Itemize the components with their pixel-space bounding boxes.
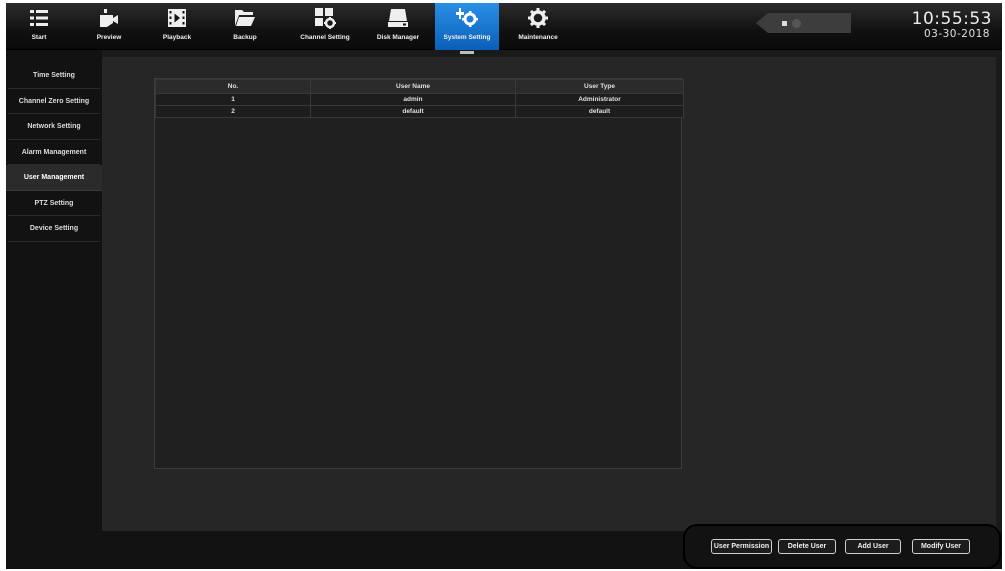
modify-user-button[interactable]: Modify User <box>912 539 970 554</box>
nav-disk-manager[interactable]: Disk Manager <box>364 3 432 50</box>
sidebar-item-time-setting[interactable]: Time Setting <box>8 63 100 89</box>
nav-label: Backup <box>233 34 257 41</box>
expand-arrow-icon[interactable] <box>792 19 801 28</box>
user-action-buttons: User Permission Delete User Add User Mod… <box>683 524 1001 569</box>
cell-user-name: default <box>310 105 516 118</box>
clock-date: 03-30-2018 <box>923 28 990 40</box>
disk-icon <box>387 3 409 33</box>
nav-label: Preview <box>96 34 122 41</box>
sidebar-item-channel-zero-setting[interactable]: Channel Zero Setting <box>8 89 100 114</box>
dvr-screen: Start Preview Playback Backup Channel Se… <box>6 3 1002 569</box>
nav-backup[interactable]: Backup <box>212 3 278 50</box>
playback-icon <box>167 3 187 33</box>
status-indicator <box>756 13 851 33</box>
folder-icon <box>234 3 256 33</box>
table-row[interactable]: 1 admin Administrator <box>155 93 684 106</box>
add-user-button[interactable]: Add User <box>845 539 901 554</box>
table-row[interactable]: 2 default default <box>155 105 684 118</box>
sidebar-item-network-setting[interactable]: Network Setting <box>8 114 100 140</box>
record-status-icon <box>782 21 787 26</box>
sidebar-item-user-management[interactable]: User Management <box>6 165 102 191</box>
sidebar-item-alarm-management[interactable]: Alarm Management <box>8 140 100 165</box>
column-header-no[interactable]: No. <box>155 79 311 94</box>
sidebar-item-device-setting[interactable]: Device Setting <box>8 216 100 242</box>
nav-maintenance[interactable]: Maintenance <box>505 3 571 50</box>
nav-label: Start <box>31 34 47 41</box>
nav-start[interactable]: Start <box>6 3 72 50</box>
nav-label: Playback <box>162 34 192 41</box>
nav-label: System Setting <box>443 34 491 41</box>
list-icon <box>29 3 49 33</box>
nav-label: Maintenance <box>518 34 558 41</box>
column-header-user-name[interactable]: User Name <box>310 79 516 94</box>
nav-label: Channel Setting <box>300 34 350 41</box>
top-nav-bar: Start Preview Playback Backup Channel Se… <box>6 3 1002 54</box>
nav-playback[interactable]: Playback <box>144 3 210 50</box>
cell-user-type: default <box>515 105 684 118</box>
camera-icon <box>98 3 120 33</box>
cell-user-type: Administrator <box>515 93 684 106</box>
cell-user-name: admin <box>310 93 516 106</box>
clock-time: 10:55:53 <box>911 9 992 29</box>
delete-user-button[interactable]: Delete User <box>778 539 836 554</box>
user-table: No. User Name User Type 1 admin Administ… <box>154 78 684 469</box>
nav-system-setting[interactable]: System Setting <box>435 3 499 54</box>
table-header-row: No. User Name User Type <box>155 79 684 94</box>
system-gear-icon <box>455 3 479 33</box>
column-header-user-type[interactable]: User Type <box>515 79 684 94</box>
cell-no: 1 <box>155 93 311 106</box>
user-permission-button[interactable]: User Permission <box>711 539 772 554</box>
cell-no: 2 <box>155 105 311 118</box>
nav-preview[interactable]: Preview <box>76 3 142 50</box>
sidebar-item-ptz-setting[interactable]: PTZ Setting <box>8 191 100 216</box>
settings-sidebar: Time Setting Channel Zero Setting Networ… <box>6 50 102 569</box>
nav-channel-setting[interactable]: Channel Setting <box>291 3 359 50</box>
gear-icon <box>527 3 549 33</box>
nav-label: Disk Manager <box>376 34 420 41</box>
channel-icon <box>314 3 336 33</box>
